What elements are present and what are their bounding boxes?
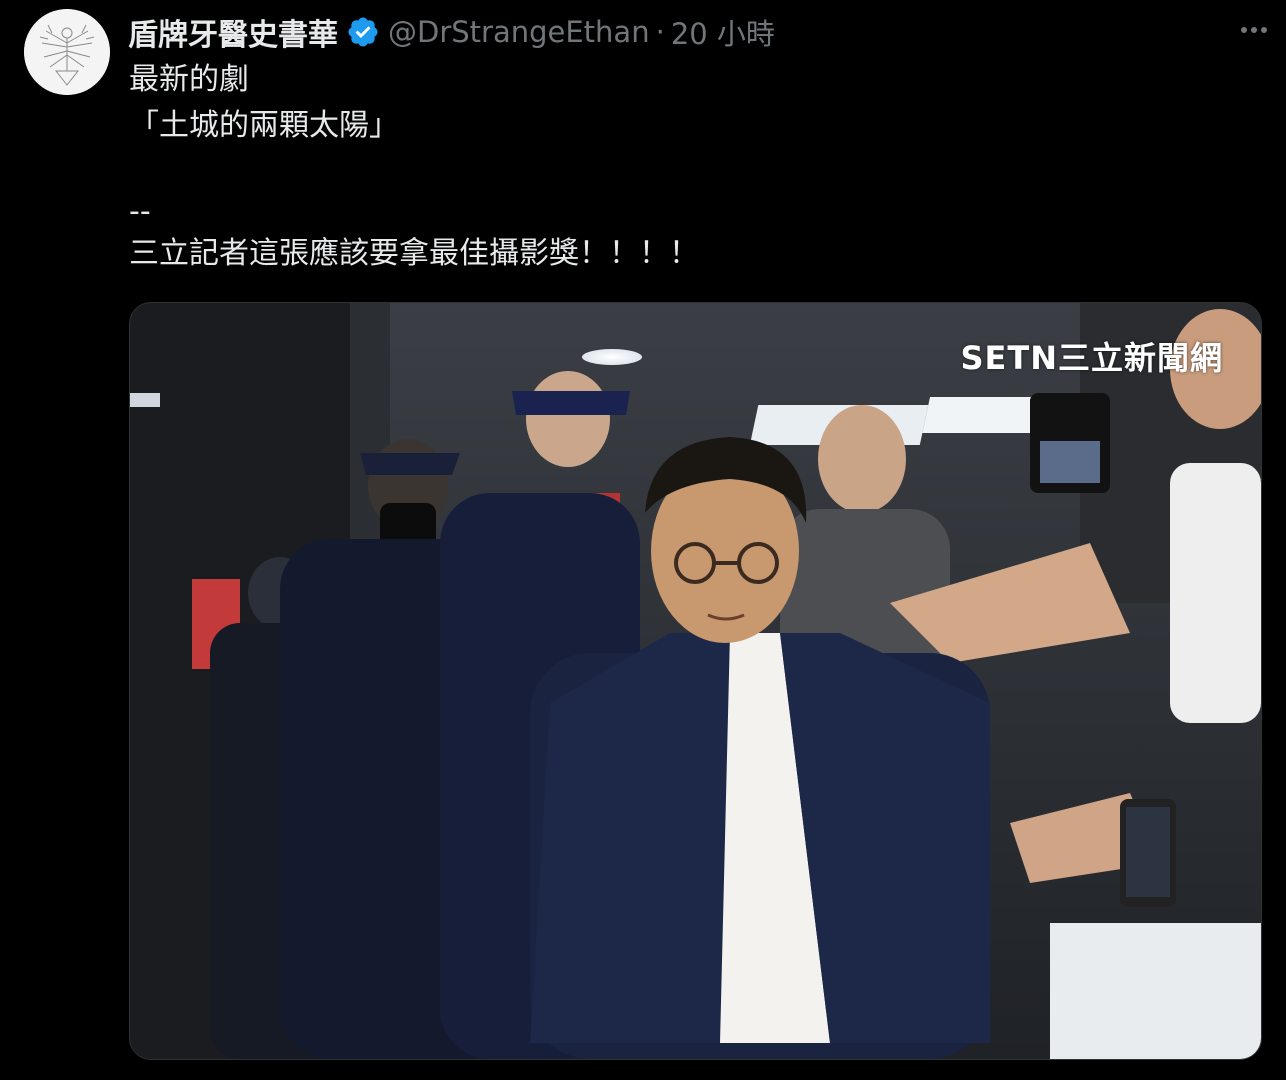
tweet-header: 盾牌牙醫史書華 @DrStrangeEthan · 20 小時: [128, 10, 775, 54]
tweet[interactable]: 盾牌牙醫史書華 @DrStrangeEthan · 20 小時 最新的劇 「土城…: [0, 0, 1286, 1080]
tweet-text-line: --: [129, 194, 151, 229]
tweet-text-line: 三立記者這張應該要拿最佳攝影獎！！！！: [129, 236, 699, 271]
avatar-image: [24, 9, 110, 95]
tweet-text-line: 「土城的兩顆太陽」: [129, 108, 399, 143]
more-horizontal-icon[interactable]: [1236, 16, 1272, 44]
tweet-photo[interactable]: SETN三立新聞網: [129, 302, 1262, 1060]
photo-watermark: SETN三立新聞網: [960, 339, 1223, 377]
verified-badge-icon: [346, 15, 380, 49]
avatar[interactable]: [24, 9, 110, 95]
tweet-text-line: 最新的劇: [129, 62, 249, 97]
separator-dot: ·: [655, 15, 665, 49]
author-handle[interactable]: @DrStrangeEthan: [388, 15, 650, 49]
tweet-timestamp[interactable]: 20 小時: [671, 11, 775, 53]
author-display-name[interactable]: 盾牌牙醫史書華: [128, 10, 338, 54]
photo-illustration: [130, 303, 1261, 1059]
